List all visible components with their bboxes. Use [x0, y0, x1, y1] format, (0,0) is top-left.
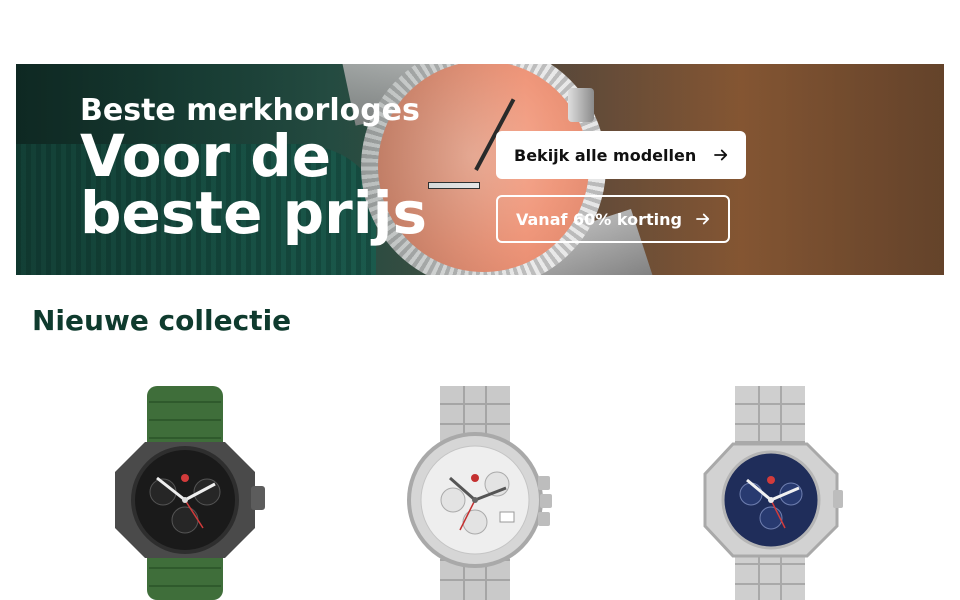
- hero-banner: Beste merkhorloges Voor de beste prijs B…: [16, 64, 944, 275]
- arrow-right-icon: [696, 213, 710, 225]
- discount-button[interactable]: Vanaf 60% korting: [496, 195, 730, 243]
- section-title: Nieuwe collectie: [32, 304, 292, 337]
- product-image-watch-blue: [703, 386, 843, 600]
- hero-text: Beste merkhorloges Voor de beste prijs: [80, 94, 428, 247]
- discount-label: Vanaf 60% korting: [516, 209, 682, 229]
- view-all-models-label: Bekijk alle modellen: [514, 145, 697, 165]
- hero-title-line-2: beste prijs: [80, 179, 428, 247]
- hero-title-line-1: Voor de: [80, 122, 332, 190]
- product-card[interactable]: [675, 380, 875, 600]
- arrow-right-icon: [714, 149, 728, 161]
- product-card[interactable]: [380, 380, 580, 600]
- view-all-models-button[interactable]: Bekijk alle modellen: [496, 131, 746, 179]
- product-card[interactable]: [85, 380, 285, 600]
- product-image-watch-silver: [407, 386, 552, 600]
- product-image-watch-green: [115, 386, 265, 600]
